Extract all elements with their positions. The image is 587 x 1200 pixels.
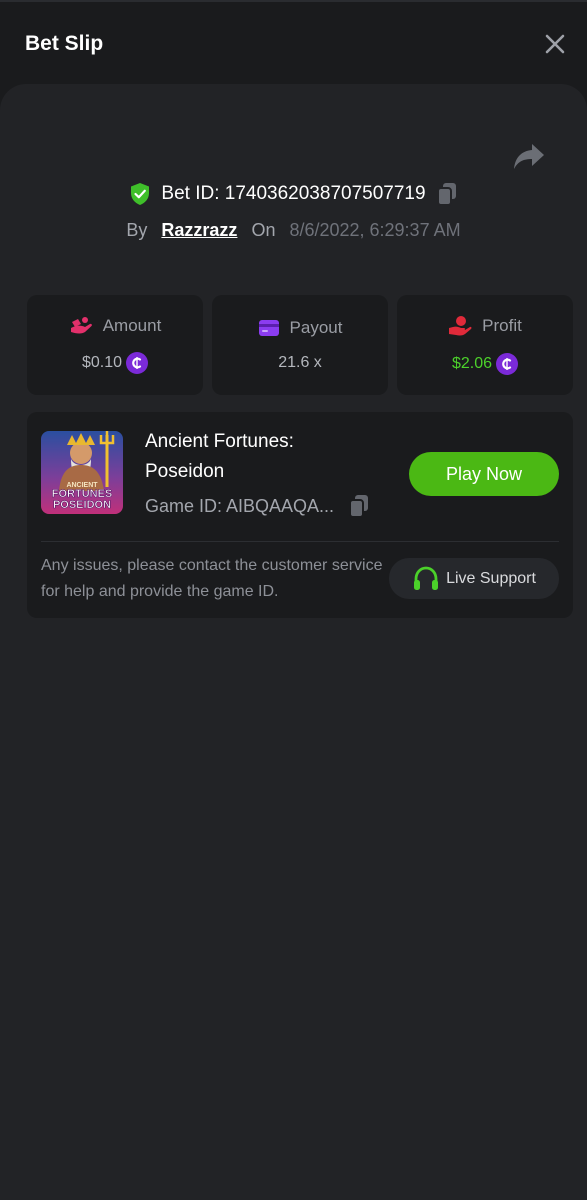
divider [41, 541, 559, 542]
coin-icon [496, 353, 519, 375]
stat-value: 21.6 x [278, 354, 322, 371]
username-link[interactable]: Razzrazz [161, 220, 237, 241]
by-label: By [126, 220, 148, 240]
game-card: ANCIENT FORTUNES POSEIDON Ancient Fortun… [27, 412, 573, 618]
thumb-text: POSEIDON [53, 499, 111, 511]
page-title: Bet Slip [25, 32, 104, 55]
game-name-line: Poseidon [145, 461, 225, 482]
game-name: Ancient Fortunes: Poseidon [145, 427, 365, 487]
game-id-row: Game ID: AIBQAAQA... [145, 494, 370, 518]
headset-icon [414, 566, 439, 590]
bet-meta-row: By Razzrazz On 8/6/2022, 6:29:37 AM [0, 220, 587, 241]
shield-check-icon [131, 183, 150, 205]
stats-row: Amount $0.10 Payout 21.6 x Profit $2.06 [27, 295, 573, 395]
support-notice: Any issues, please contact the customer … [41, 557, 383, 600]
game-thumbnail[interactable]: ANCIENT FORTUNES POSEIDON [41, 431, 123, 514]
stat-value: $0.10 [81, 354, 123, 371]
copy-bet-id-button[interactable] [436, 182, 458, 206]
close-icon [545, 34, 565, 54]
bet-slip-panel: Bet ID: 1740362038707507719 By Razzrazz … [0, 84, 587, 1200]
stat-label: Profit [482, 316, 522, 335]
game-id: Game ID: AIBQAAQA... [145, 495, 335, 516]
on-label: On [251, 220, 276, 240]
stat-label: Payout [289, 318, 343, 337]
card-icon [258, 320, 279, 336]
live-support-button[interactable]: Live Support [389, 558, 559, 599]
hand-coin-icon [449, 316, 472, 336]
coin-icon [126, 352, 149, 374]
play-now-button[interactable]: Play Now [409, 452, 559, 496]
copy-game-id-button[interactable] [348, 494, 370, 518]
header: Bet Slip [0, 2, 587, 86]
bet-id-row: Bet ID: 1740362038707507719 [0, 182, 587, 206]
live-support-label: Live Support [446, 569, 536, 587]
bet-id: Bet ID: 1740362038707507719 [161, 183, 426, 204]
amount-icon [70, 317, 92, 334]
share-icon [514, 144, 544, 169]
copy-icon [436, 183, 456, 206]
stat-label: Amount [102, 316, 162, 335]
close-button[interactable] [541, 30, 569, 58]
bet-slip-screen: Bet Slip Bet ID: 1740362038707507719 By … [0, 0, 587, 1200]
stat-profit: Profit $2.06 [397, 295, 573, 395]
copy-icon [349, 495, 369, 518]
stat-value: $2.06 [451, 355, 493, 372]
share-button[interactable] [513, 142, 545, 172]
game-name-line: Ancient Fortunes: [145, 431, 294, 452]
bet-date: 8/6/2022, 6:29:37 AM [289, 220, 461, 240]
stat-payout: Payout 21.6 x [212, 295, 388, 395]
stat-amount: Amount $0.10 [27, 295, 203, 395]
